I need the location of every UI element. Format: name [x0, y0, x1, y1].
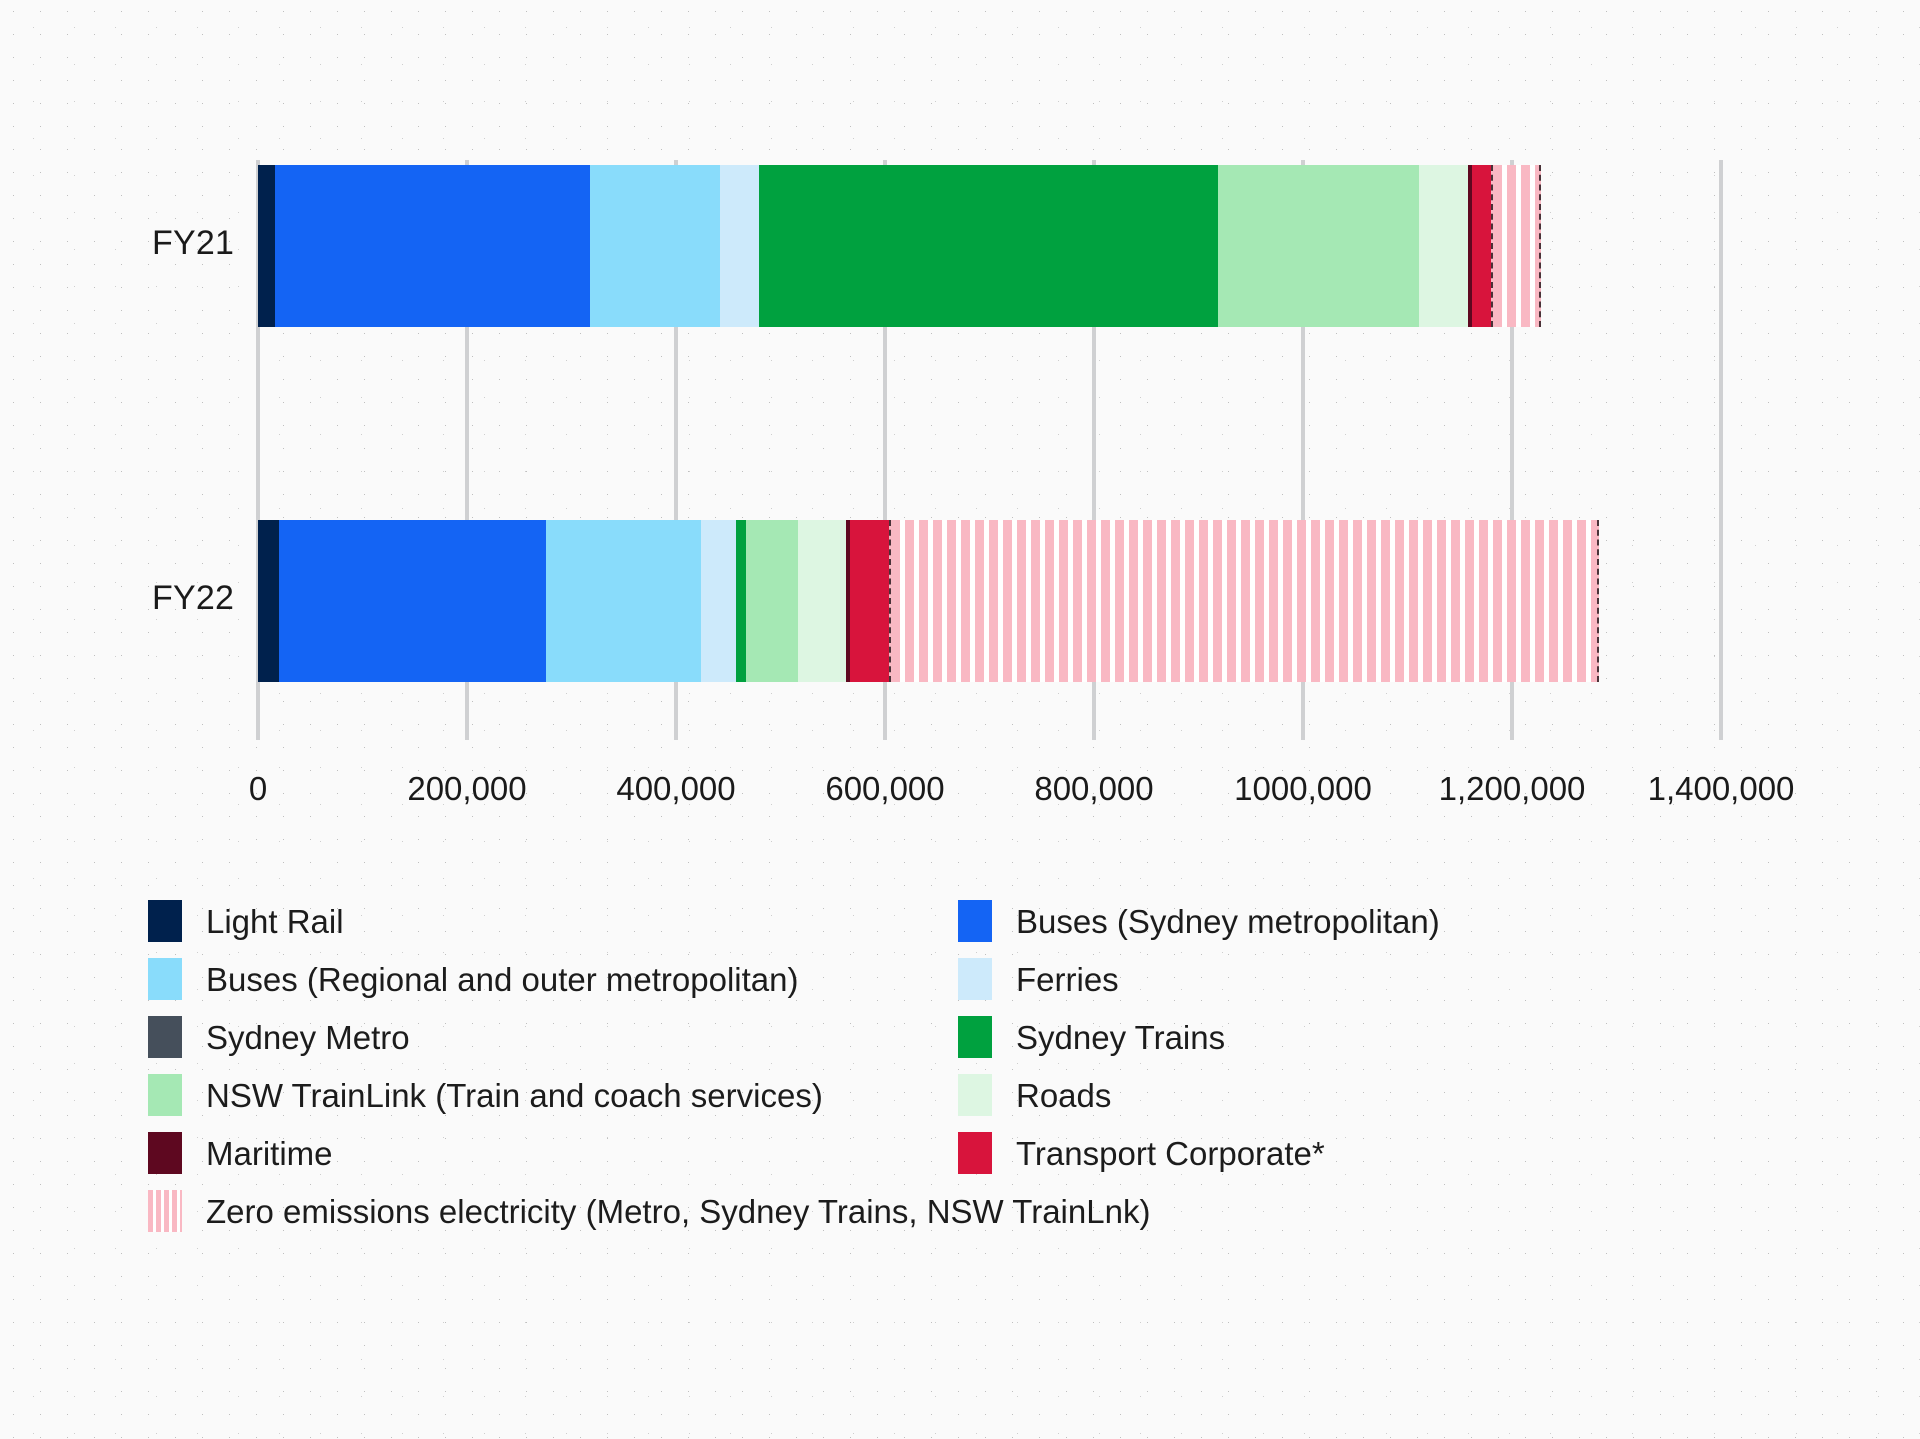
bar-segment: [745, 520, 799, 682]
legend-item[interactable]: NSW TrainLink (Train and coach services): [148, 1074, 958, 1116]
bar-segment: [258, 520, 279, 682]
legend-item[interactable]: Roads: [958, 1074, 1768, 1116]
x-tick-label: 0: [248, 770, 268, 807]
legend-swatch-icon: [958, 900, 992, 942]
bar-segment: [1472, 165, 1492, 327]
stacked-bar-fy22: [258, 520, 1599, 682]
legend-swatch-icon: [148, 958, 182, 1000]
chart-plot-area: FY21 FY22 0 200,000 400,000 600,000 800,000 10…: [0, 0, 1920, 830]
legend-swatch-icon: [148, 1074, 182, 1116]
bar-segment: [1491, 165, 1542, 327]
legend-label: Transport Corporate*: [1016, 1134, 1325, 1172]
x-tick-label: 200,000: [407, 770, 527, 807]
legend-swatch-icon: [148, 1190, 182, 1232]
legend-item[interactable]: Zero emissions electricity (Metro, Sydne…: [148, 1190, 1150, 1232]
bar-segment: [889, 520, 1599, 682]
bar-segment: [278, 520, 547, 682]
legend-label: Sydney Metro: [206, 1018, 410, 1056]
legend-swatch-icon: [958, 1016, 992, 1058]
x-tick-label: 1000,000: [1234, 770, 1372, 807]
legend-label: Sydney Trains: [1016, 1018, 1226, 1056]
bar-segment: [701, 520, 736, 682]
legend-swatch-icon: [958, 958, 992, 1000]
chart-legend: Light Rail Buses (Sydney metropolitan) Bus…: [148, 900, 1848, 1248]
legend-item[interactable]: Maritime: [148, 1132, 958, 1174]
bar-segment: [1218, 165, 1419, 327]
legend-label: Buses (Sydney metropolitan): [1016, 902, 1440, 940]
legend-item[interactable]: Ferries: [958, 958, 1768, 1000]
legend-item[interactable]: Buses (Sydney metropolitan): [958, 900, 1768, 942]
legend-item[interactable]: Transport Corporate*: [958, 1132, 1768, 1174]
bar-segment: [758, 165, 1219, 327]
legend-swatch-icon: [958, 1132, 992, 1174]
x-tick-label: 400,000: [616, 770, 736, 807]
bar-segment: [590, 165, 720, 327]
bar-segment: [258, 165, 275, 327]
gridline: [1719, 160, 1723, 740]
bar-segment: [274, 165, 591, 327]
bar-segment: [546, 520, 702, 682]
bar-segment: [1418, 165, 1469, 327]
x-tick-label: 1,400,000: [1647, 770, 1795, 807]
legend-swatch-icon: [958, 1074, 992, 1116]
legend-item[interactable]: Sydney Metro: [148, 1016, 958, 1058]
x-tick-label: 1,200,000: [1438, 770, 1586, 807]
legend-label: Zero emissions electricity (Metro, Sydne…: [206, 1192, 1151, 1230]
legend-item[interactable]: Buses (Regional and outer metropolitan): [148, 958, 958, 1000]
x-tick-label: 600,000: [825, 770, 945, 807]
legend-row: Zero emissions electricity (Metro, Sydne…: [148, 1190, 1848, 1232]
stacked-bar-fy21: [258, 165, 1542, 327]
category-label-fy22: FY22: [152, 579, 235, 617]
legend-label: Light Rail: [206, 902, 344, 940]
legend-row: Sydney Metro Sydney Trains: [148, 1016, 1848, 1058]
bar-segment: [850, 520, 890, 682]
legend-label: NSW TrainLink (Train and coach services): [206, 1076, 823, 1114]
legend-label: Ferries: [1016, 960, 1119, 998]
legend-swatch-icon: [148, 1016, 182, 1058]
bar-segment: [798, 520, 847, 682]
legend-label: Roads: [1016, 1076, 1112, 1114]
legend-swatch-icon: [148, 1132, 182, 1174]
bar-segment: [719, 165, 759, 327]
legend-row: Light Rail Buses (Sydney metropolitan): [148, 900, 1848, 942]
legend-swatch-icon: [148, 900, 182, 942]
legend-item[interactable]: Light Rail: [148, 900, 958, 942]
legend-label: Maritime: [206, 1134, 333, 1172]
legend-item[interactable]: Sydney Trains: [958, 1016, 1768, 1058]
legend-row: Maritime Transport Corporate*: [148, 1132, 1848, 1174]
x-tick-label: 800,000: [1034, 770, 1154, 807]
legend-row: Buses (Regional and outer metropolitan) F…: [148, 958, 1848, 1000]
legend-row: NSW TrainLink (Train and coach services)…: [148, 1074, 1848, 1116]
category-label-fy21: FY21: [152, 224, 235, 262]
bar-segment: [735, 520, 746, 682]
legend-label: Buses (Regional and outer metropolitan): [206, 960, 799, 998]
